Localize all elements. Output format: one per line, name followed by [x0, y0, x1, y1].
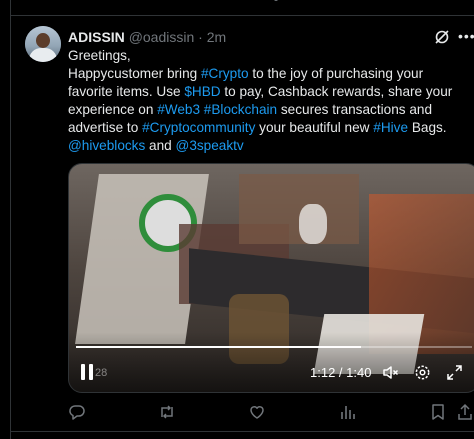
mention-link[interactable]: @hiveblocks	[68, 138, 145, 153]
grok-icon[interactable]	[434, 29, 450, 45]
avatar[interactable]	[25, 26, 61, 62]
tweet-text-segment: Bags.	[408, 120, 447, 135]
tweet-line: favorite items. Use $HBD to pay, Cashbac…	[68, 83, 472, 101]
tweet-line: experience on #Web3 #Blockchain secures …	[68, 101, 472, 119]
post-time[interactable]: 2m	[207, 29, 226, 45]
divider-dot	[274, 0, 278, 1]
video-player[interactable]: 28 1:12 / 1:40	[68, 163, 474, 393]
tweet-text-segment: Greetings,	[68, 48, 131, 63]
preview-thumb-label: 28	[95, 367, 108, 379]
fullscreen-icon[interactable]	[446, 364, 463, 381]
tweet-text-segment: and	[145, 138, 176, 153]
more-icon[interactable]: •••	[458, 28, 474, 44]
previous-post-edge	[10, 0, 474, 16]
hashtag-link[interactable]: #Web3	[157, 102, 200, 117]
hashtag-link[interactable]: #Hive	[373, 120, 408, 135]
tweet-text-segment: experience on	[68, 102, 158, 117]
tweet-text-segment: advertise to	[68, 120, 143, 135]
bookmark-icon[interactable]	[429, 403, 447, 421]
retweet-icon[interactable]	[158, 403, 176, 421]
video-progress-bar[interactable]	[76, 346, 472, 348]
action-bar	[68, 403, 474, 421]
views-icon[interactable]	[339, 403, 357, 421]
author-handle[interactable]: @oadissin	[129, 29, 195, 45]
reply-icon[interactable]	[68, 403, 86, 421]
tweet-text-segment: to pay, Cashback rewards, share your	[220, 84, 453, 99]
tweet-text-segment: secures transactions and	[277, 102, 433, 117]
video-progress-fill	[76, 346, 362, 348]
tweet-line: advertise to #Cryptocommunity your beaut…	[68, 119, 472, 137]
hashtag-link[interactable]: #Cryptocommunity	[142, 120, 255, 135]
tweet-text-segment: favorite items. Use	[68, 84, 185, 99]
author-name[interactable]: ADISSIN	[68, 29, 125, 45]
pause-icon[interactable]	[81, 364, 95, 380]
video-time: 1:12 / 1:40	[310, 365, 372, 380]
share-icon[interactable]	[456, 403, 474, 421]
mention-link[interactable]: @3speaktv	[176, 138, 244, 153]
hashtag-link[interactable]: #Crypto	[201, 66, 249, 81]
meta-separator: ·	[198, 29, 203, 45]
tweet-line: @hiveblocks and @3speaktv	[68, 137, 472, 155]
tweet-line: Happycustomer bring #Crypto to the joy o…	[68, 65, 472, 83]
tweet-text-segment: to the joy of purchasing your	[248, 66, 424, 81]
tweet-text-segment: your beautiful new	[255, 120, 374, 135]
like-icon[interactable]	[248, 403, 266, 421]
cashtag-link[interactable]: $HBD	[184, 84, 220, 99]
tweet-line: Greetings,	[68, 47, 472, 65]
tweet-header: ADISSIN @oadissin · 2m	[68, 28, 226, 46]
tweet-text-segment: Happycustomer bring	[68, 66, 201, 81]
hashtag-link[interactable]: #Blockchain	[204, 102, 277, 117]
settings-icon[interactable]	[414, 364, 431, 381]
mute-icon[interactable]	[382, 364, 399, 381]
post-bottom-border	[10, 431, 474, 432]
column-border	[10, 15, 11, 439]
tweet-text: Greetings, Happycustomer bring #Crypto to…	[68, 47, 472, 155]
